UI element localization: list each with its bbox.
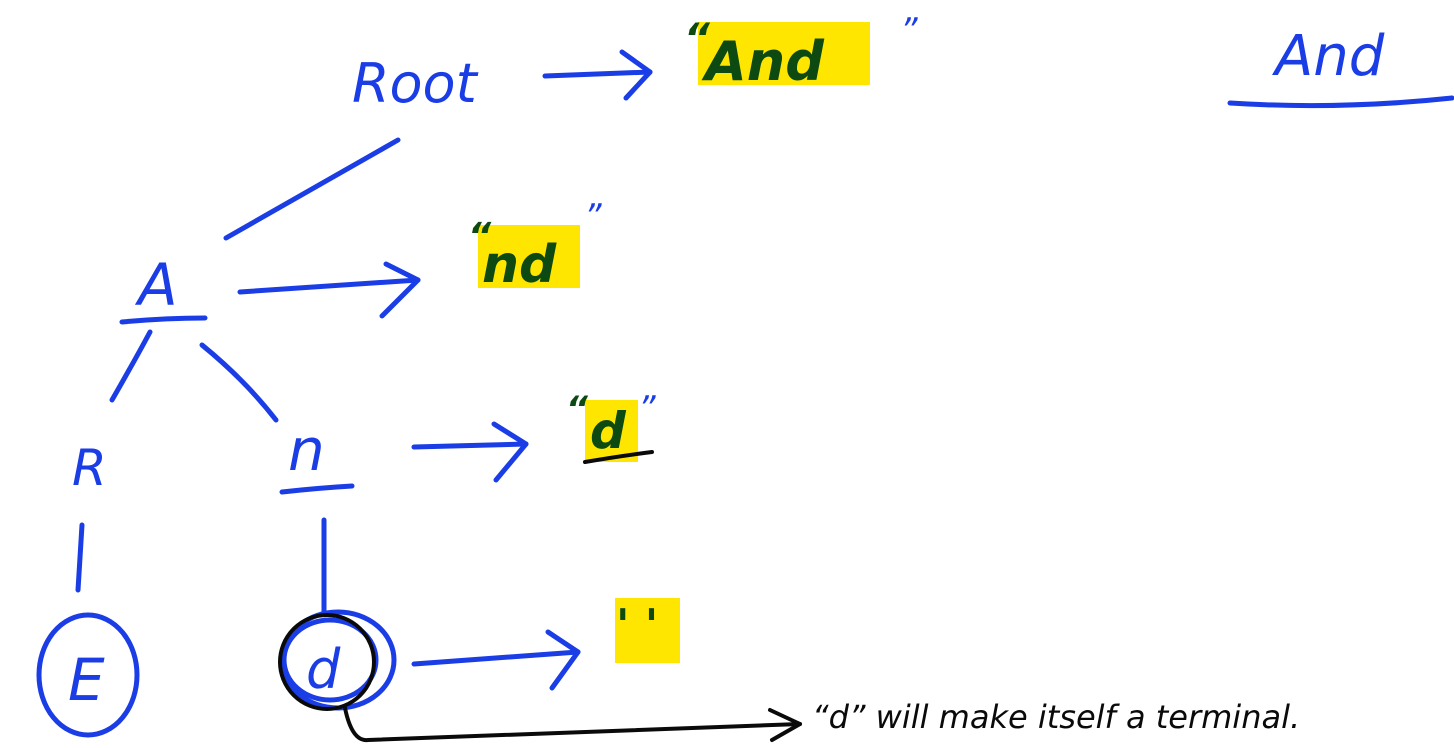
node-d-label: d — [306, 638, 341, 701]
node-n-arrow-head — [491, 421, 529, 483]
node-n-label: n — [288, 416, 325, 484]
node-n-value-quote-close: ” — [638, 389, 656, 429]
node-a-value-text: nd — [482, 235, 557, 295]
node-a-value-quote-close: ” — [584, 197, 602, 237]
heading-underline — [1227, 95, 1454, 109]
node-a-arrow-head — [379, 261, 421, 319]
node-n-value-text: d — [590, 402, 627, 460]
root-label: Root — [352, 52, 479, 115]
node-e-label: E — [68, 646, 105, 714]
heading-text: And — [1272, 24, 1385, 89]
edge-r-e — [75, 522, 85, 593]
edge-a-n — [199, 342, 279, 423]
annotation-arrow-shaft — [343, 706, 802, 743]
node-d-arrow-head — [545, 629, 581, 691]
node-n-arrow-shaft — [411, 441, 529, 450]
edge-root-a — [223, 137, 401, 241]
node-d-value-text: ' ' — [616, 600, 658, 651]
whiteboard-canvas: And Root “ And ” A “ nd ” R E n “ d ” d … — [36, 11, 1454, 743]
root-value-quote-close: ” — [900, 11, 918, 51]
node-n-value-quote-open: “ — [566, 389, 589, 429]
root-arrow-shaft — [542, 69, 653, 79]
node-d-arrow-shaft — [411, 649, 581, 667]
node-n-underline — [279, 483, 355, 495]
annotation-note: “d” will make itself a terminal. — [812, 698, 1300, 736]
root-value-text: And — [701, 30, 825, 93]
node-a-arrow-shaft — [237, 277, 421, 295]
node-r-label: R — [72, 439, 107, 497]
node-a-label: A — [134, 251, 178, 319]
edge-a-r — [109, 329, 153, 403]
node-a-underline — [119, 315, 208, 325]
